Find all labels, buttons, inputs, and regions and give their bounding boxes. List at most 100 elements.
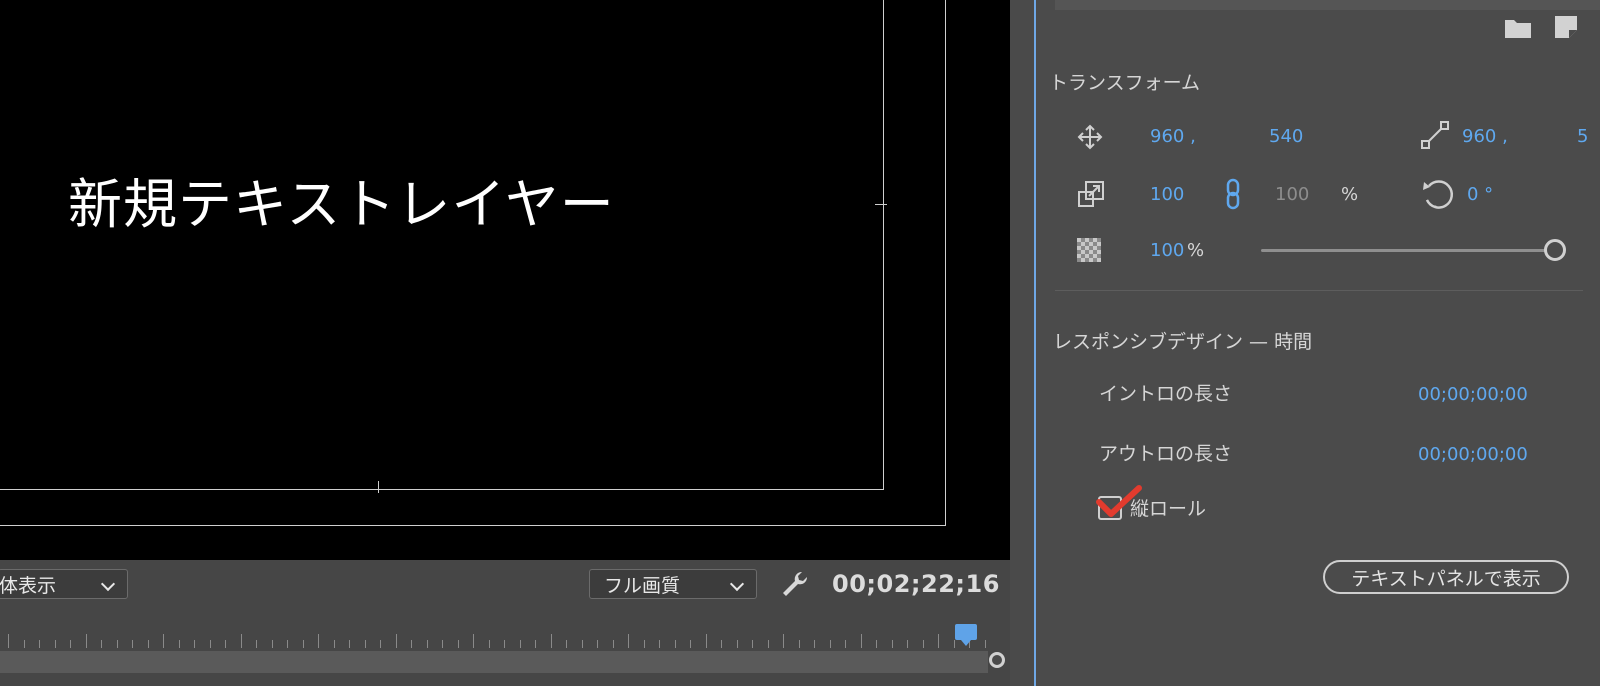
wrench-icon[interactable] xyxy=(780,569,810,599)
opacity-slider-handle[interactable] xyxy=(1544,239,1566,261)
ruler-tick xyxy=(458,640,459,648)
ruler-tick xyxy=(706,634,707,648)
ruler-tick xyxy=(272,640,273,648)
ruler-tick xyxy=(520,640,521,648)
new-layer-icon[interactable] xyxy=(1555,16,1577,38)
video-canvas[interactable]: 新規テキストレイヤー xyxy=(0,0,1010,560)
safe-guide-tick xyxy=(378,481,379,493)
ruler-tick xyxy=(148,640,149,648)
scale-value[interactable]: 100 xyxy=(1150,184,1184,205)
ruler-tick xyxy=(318,634,319,648)
zoom-scrollbar[interactable] xyxy=(0,651,988,673)
ruler-tick xyxy=(954,640,955,648)
panel-divider[interactable] xyxy=(1034,0,1036,686)
ruler-tick xyxy=(101,640,102,648)
ruler-tick xyxy=(923,640,924,648)
ruler-tick xyxy=(303,640,304,648)
ruler-tick xyxy=(210,640,211,648)
link-icon[interactable] xyxy=(1225,178,1241,210)
ruler-tick xyxy=(179,640,180,648)
ruler-tick xyxy=(132,640,133,648)
ruler-tick xyxy=(938,634,939,648)
ruler-tick xyxy=(582,640,583,648)
ruler-tick xyxy=(194,640,195,648)
title-safe-guide xyxy=(0,0,884,490)
ruler-tick xyxy=(380,640,381,648)
outro-length-label: アウトロの長さ xyxy=(1099,443,1233,465)
ruler-tick xyxy=(427,640,428,648)
ruler-tick xyxy=(473,634,474,648)
opacity-value[interactable]: 100 xyxy=(1150,240,1184,261)
chevron-down-icon xyxy=(729,576,745,592)
ruler-tick xyxy=(814,640,815,648)
playhead-marker[interactable] xyxy=(955,624,977,646)
playhead-timecode[interactable]: 00;02;22;16 xyxy=(832,570,1000,598)
essential-graphics-panel: トランスフォーム 960 , 540 960 , 5 100 100 % 0 °… xyxy=(1037,0,1600,686)
section-divider xyxy=(1055,290,1583,291)
move-arrows-icon xyxy=(1077,124,1103,150)
zoom-level-select[interactable]: 体表示 xyxy=(0,569,128,599)
ruler-tick xyxy=(241,634,242,648)
time-ruler[interactable] xyxy=(0,628,1005,648)
chevron-down-icon xyxy=(100,576,116,592)
layer-list-area[interactable] xyxy=(1055,0,1600,10)
ruler-tick xyxy=(628,634,629,648)
ruler-tick xyxy=(721,640,722,648)
ruler-tick xyxy=(24,640,25,648)
folder-icon[interactable] xyxy=(1505,18,1531,38)
scale-icon xyxy=(1078,181,1104,207)
ruler-tick xyxy=(566,640,567,648)
ruler-tick xyxy=(504,640,505,648)
outro-length-value[interactable]: 00;00;00;00 xyxy=(1418,444,1528,465)
position-y-value[interactable]: 540 xyxy=(1269,126,1303,147)
ruler-tick xyxy=(690,640,691,648)
ruler-tick xyxy=(70,640,71,648)
ruler-tick xyxy=(163,634,164,648)
program-monitor: 新規テキストレイヤー 体表示 フル画質 00;02;22;16 xyxy=(0,0,1010,686)
ruler-tick xyxy=(783,634,784,648)
ruler-tick xyxy=(86,634,87,648)
ruler-tick xyxy=(349,640,350,648)
ruler-tick xyxy=(225,640,226,648)
ruler-tick xyxy=(535,640,536,648)
roll-label: 縦ロール xyxy=(1130,498,1207,520)
rotation-icon xyxy=(1423,180,1454,209)
ruler-tick xyxy=(659,640,660,648)
anchor-y-value[interactable]: 5 xyxy=(1577,126,1588,147)
ruler-tick xyxy=(551,634,552,648)
ruler-tick xyxy=(799,640,800,648)
anchor-point-icon xyxy=(1421,121,1449,149)
ruler-tick xyxy=(117,640,118,648)
ruler-tick xyxy=(256,640,257,648)
ruler-tick xyxy=(768,640,769,648)
responsive-time-section-title: レスポンシブデザイン — 時間 xyxy=(1053,331,1313,353)
intro-length-value[interactable]: 00;00;00;00 xyxy=(1418,384,1528,405)
ruler-tick xyxy=(8,634,9,648)
zoom-level-value: 体表示 xyxy=(0,574,57,597)
ruler-tick xyxy=(675,640,676,648)
ruler-tick xyxy=(830,640,831,648)
ruler-tick xyxy=(985,640,986,648)
transform-section-title: トランスフォーム xyxy=(1049,72,1201,94)
ruler-tick xyxy=(644,640,645,648)
rotation-value[interactable]: 0 ° xyxy=(1467,184,1493,205)
scale-unit: % xyxy=(1341,184,1359,205)
opacity-slider-track[interactable] xyxy=(1261,249,1555,252)
ruler-tick xyxy=(597,640,598,648)
ruler-tick xyxy=(876,640,877,648)
ruler-tick xyxy=(737,640,738,648)
playback-quality-select[interactable]: フル画質 xyxy=(589,569,757,599)
ruler-tick xyxy=(411,640,412,648)
canvas-text-layer[interactable]: 新規テキストレイヤー xyxy=(68,160,615,239)
scale-linked-value: 100 xyxy=(1275,184,1310,205)
ruler-tick xyxy=(334,640,335,648)
show-in-text-panel-button[interactable]: テキストパネルで表示 xyxy=(1323,560,1569,594)
playback-quality-value: フル画質 xyxy=(604,574,681,597)
anchor-x-value[interactable]: 960 , xyxy=(1462,126,1508,147)
opacity-unit: % xyxy=(1187,240,1205,261)
scrollbar-end-handle[interactable] xyxy=(989,652,1005,668)
ruler-tick xyxy=(287,640,288,648)
ruler-tick xyxy=(892,640,893,648)
ruler-tick xyxy=(907,640,908,648)
position-x-value[interactable]: 960 , xyxy=(1150,126,1196,147)
